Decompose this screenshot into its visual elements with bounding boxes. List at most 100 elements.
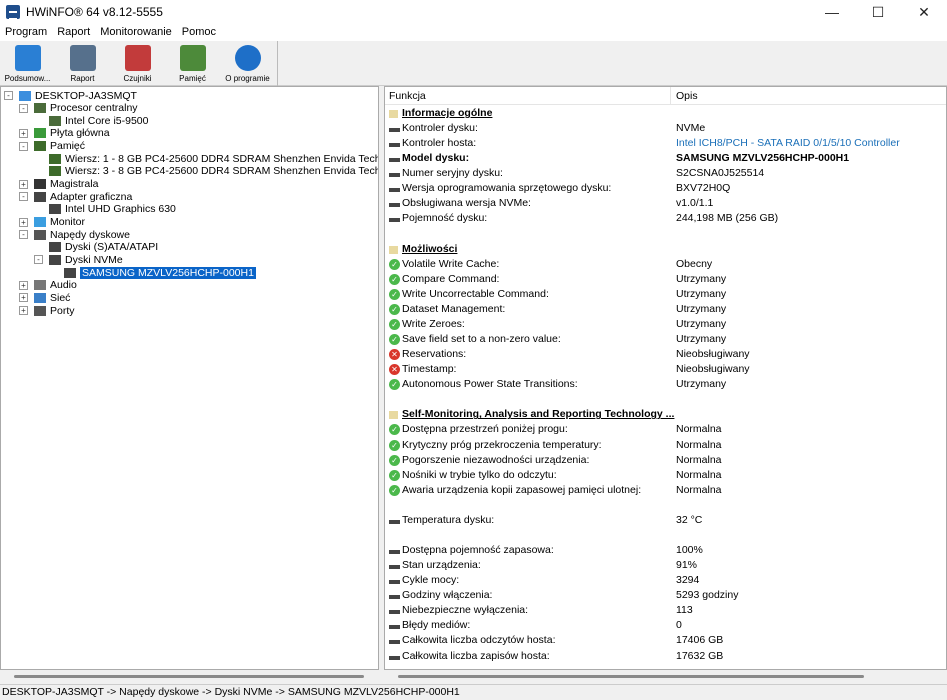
- close-button[interactable]: ✕: [901, 0, 947, 24]
- detail-row[interactable]: ✕ Timestamp: Nieobsługiwany: [385, 362, 946, 377]
- drive-icon: [389, 590, 400, 602]
- value-label: Normalna: [676, 483, 722, 496]
- toolbar: Podsumow... Raport Czujniki Pamięć O program…: [0, 41, 947, 86]
- detail-row[interactable]: Kontroler hosta: Intel ICH8/PCH - SATA RA…: [385, 136, 946, 151]
- tree-node[interactable]: Audio: [34, 279, 77, 292]
- function-label: Reservations:: [402, 348, 467, 361]
- detail-row[interactable]: Całkowita liczba odczytów hosta: 17406 GB: [385, 633, 946, 648]
- detail-row[interactable]: ✕ Reservations: Nieobsługiwany: [385, 347, 946, 362]
- device-tree[interactable]: - DESKTOP-JA3SMQT - Procesor centralny Intel…: [0, 86, 379, 670]
- menu-program[interactable]: Program: [0, 24, 52, 41]
- menu-raport[interactable]: Raport: [52, 24, 95, 41]
- detail-row[interactable]: Błędy mediów: 0: [385, 618, 946, 633]
- maximize-button[interactable]: ☐: [855, 0, 901, 24]
- tree-node-label: Sieć: [50, 291, 71, 304]
- detail-row[interactable]: ✓ Volatile Write Cache: Obecny: [385, 257, 946, 272]
- tree-node[interactable]: DESKTOP-JA3SMQT: [19, 89, 137, 102]
- detail-row[interactable]: ✓ Awaria urządzenia kopii zapasowej pamię…: [385, 483, 946, 498]
- minimize-button[interactable]: —: [809, 0, 855, 24]
- detail-row[interactable]: ✓ Dataset Management: Utrzymany: [385, 302, 946, 317]
- expand-toggle[interactable]: +: [19, 128, 28, 138]
- detail-row[interactable]: ✓ Save field set to a non-zero value: Utrz…: [385, 332, 946, 347]
- section-header[interactable]: Informacje ogólne: [385, 106, 946, 121]
- drive-icon: [49, 242, 61, 253]
- detail-row[interactable]: Model dysku: SAMSUNG MZVLV256HCHP-000H1: [385, 151, 946, 166]
- detail-row[interactable]: ✓ Autonomous Power State Transitions: Utrz…: [385, 377, 946, 392]
- toolbar-button-label: O programie: [225, 74, 270, 83]
- section-header[interactable]: Self-Monitoring, Analysis and Reporting …: [385, 407, 946, 422]
- tree-node[interactable]: Dyski NVMe: [49, 253, 123, 266]
- toolbar-button-3[interactable]: Pamięć: [165, 41, 220, 86]
- expand-toggle[interactable]: -: [34, 255, 43, 265]
- details-horizontal-scrollbar[interactable]: [384, 670, 947, 684]
- expand-toggle[interactable]: -: [19, 192, 28, 202]
- value-label: 17632 GB: [676, 649, 724, 662]
- value-label[interactable]: Intel ICH8/PCH - SATA RAID 0/1/5/10 Cont…: [676, 137, 900, 149]
- drives-icon: [34, 229, 46, 240]
- detail-row[interactable]: ✓ Nośniki w trybie tylko do odczytu: Norma…: [385, 468, 946, 483]
- detail-row[interactable]: Wersja oprogramowania sprzętowego dysku:…: [385, 181, 946, 196]
- toolbar-button-1[interactable]: Raport: [55, 41, 110, 86]
- tree-node[interactable]: Intel UHD Graphics 630: [49, 203, 176, 216]
- expand-toggle[interactable]: -: [19, 141, 28, 151]
- column-header-function[interactable]: Funkcja: [389, 90, 426, 102]
- tree-node[interactable]: Napędy dyskowe: [34, 228, 130, 241]
- function-label: Błędy mediów:: [402, 619, 471, 632]
- expand-toggle[interactable]: +: [19, 306, 28, 316]
- detail-row[interactable]: Całkowita liczba zapisów hosta: 17632 GB: [385, 649, 946, 664]
- expand-toggle[interactable]: -: [19, 103, 28, 113]
- detail-row[interactable]: Numer seryjny dysku: S2CSNA0J525514: [385, 166, 946, 181]
- expand-toggle[interactable]: +: [19, 217, 28, 227]
- detail-row[interactable]: Dostępna pojemność zapasowa: 100%: [385, 543, 946, 558]
- column-header-description[interactable]: Opis: [676, 90, 698, 102]
- tree-node[interactable]: Pamięć: [34, 140, 85, 153]
- detail-row[interactable]: Cykle mocy: 3294: [385, 573, 946, 588]
- tree-node[interactable]: SAMSUNG MZVLV256HCHP-000H1: [64, 266, 256, 279]
- detail-row[interactable]: Stan urządzenia: 91%: [385, 558, 946, 573]
- tree-node[interactable]: Płyta główna: [34, 127, 110, 140]
- detail-row[interactable]: ✓ Write Uncorrectable Command: Utrzymany: [385, 287, 946, 302]
- toolbar-button-0[interactable]: Podsumow...: [0, 41, 55, 86]
- drive-icon: [389, 635, 400, 647]
- tree-node[interactable]: Wiersz: 3 - 8 GB PC4-25600 DDR4 SDRAM Sh…: [49, 165, 378, 178]
- detail-row[interactable]: Kontroler dysku: NVMe: [385, 121, 946, 136]
- check-icon: ✓: [389, 454, 400, 466]
- tree-node[interactable]: Sieć: [34, 291, 70, 304]
- detail-row[interactable]: ✓ Write Zeroes: Utrzymany: [385, 317, 946, 332]
- expand-toggle[interactable]: +: [19, 280, 28, 290]
- tree-node[interactable]: Procesor centralny: [34, 102, 138, 115]
- tree-node[interactable]: Monitor: [34, 216, 85, 229]
- tree-node[interactable]: Wiersz: 1 - 8 GB PC4-25600 DDR4 SDRAM Sh…: [49, 152, 378, 165]
- toolbar-button-2[interactable]: Czujniki: [110, 41, 165, 86]
- toolbar-button-4[interactable]: O programie: [220, 41, 275, 86]
- expand-toggle[interactable]: +: [19, 179, 28, 189]
- expand-toggle[interactable]: -: [4, 91, 13, 100]
- detail-row[interactable]: Niebezpieczne wyłączenia: 113: [385, 603, 946, 618]
- detail-row[interactable]: Obsługiwana wersja NVMe: v1.0/1.1: [385, 196, 946, 211]
- scrollbar-thumb[interactable]: [398, 675, 864, 678]
- check-icon: ✓: [389, 273, 400, 285]
- detail-row[interactable]: ✓ Pogorszenie niezawodności urządzenia: No…: [385, 453, 946, 468]
- drive-icon: [64, 267, 76, 278]
- expand-toggle[interactable]: +: [19, 293, 28, 303]
- detail-row[interactable]: ✓ Dostępna przestrzeń poniżej progu: Norma…: [385, 422, 946, 437]
- detail-row[interactable]: ✓ Krytyczny próg przekroczenia temperatur…: [385, 438, 946, 453]
- detail-row[interactable]: Temperatura dysku: 32 °C: [385, 513, 946, 528]
- tree-node[interactable]: Porty: [34, 304, 75, 317]
- expand-toggle[interactable]: -: [19, 230, 28, 240]
- detail-row[interactable]: Godziny włączenia: 5293 godziny: [385, 588, 946, 603]
- menu-monitorowanie[interactable]: Monitorowanie: [95, 24, 177, 41]
- function-label: Numer seryjny dysku:: [402, 167, 503, 180]
- tree-node[interactable]: Magistrala: [34, 178, 98, 191]
- detail-row[interactable]: Pojemność dysku: 244,198 MB (256 GB): [385, 211, 946, 226]
- check-icon: ✓: [389, 484, 400, 496]
- section-header[interactable]: Możliwości: [385, 242, 946, 257]
- detail-row[interactable]: ✓ Compare Command: Utrzymany: [385, 272, 946, 287]
- menu-pomoc[interactable]: Pomoc: [177, 24, 221, 41]
- scrollbar-thumb[interactable]: [14, 675, 364, 678]
- tree-node[interactable]: Dyski (S)ATA/ATAPI: [49, 241, 158, 254]
- tree-node[interactable]: Intel Core i5-9500: [49, 114, 148, 127]
- tree-node[interactable]: Adapter graficzna: [34, 190, 132, 203]
- function-label: Volatile Write Cache:: [402, 257, 500, 270]
- tree-horizontal-scrollbar[interactable]: [0, 670, 379, 684]
